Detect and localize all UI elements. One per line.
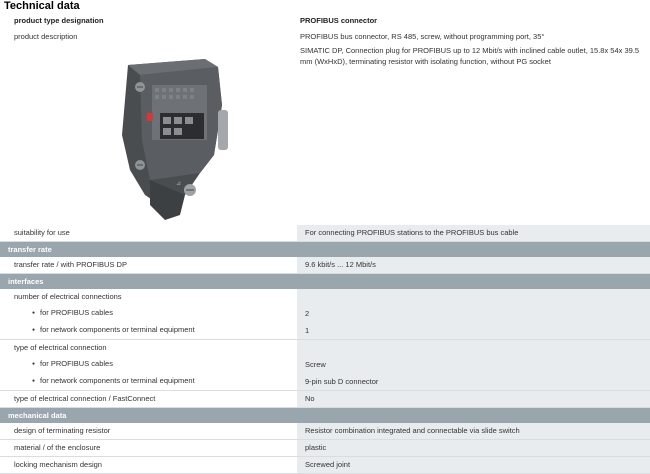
transfer-rate-value: 9.6 kbit/s ... 12 Mbit/s bbox=[297, 257, 650, 274]
product-desc-value-1: PROFIBUS bus connector, RS 485, screw, w… bbox=[297, 29, 650, 45]
svg-text:⊿: ⊿ bbox=[176, 181, 181, 187]
section-header: interfaces bbox=[0, 273, 650, 289]
table-row: for PROFIBUS cables 2 bbox=[0, 305, 650, 322]
num-connections-label: number of electrical connections bbox=[0, 289, 297, 305]
type-connection-label: type of electrical connection bbox=[0, 339, 297, 356]
product-image: ⊿ bbox=[122, 59, 228, 220]
table-row: ⊿ SIMATIC DP, Connection plug for PROFIB… bbox=[0, 45, 650, 225]
profibus-cables-label: for PROFIBUS cables bbox=[0, 305, 297, 322]
section-transfer-rate: transfer rate bbox=[0, 241, 650, 257]
table-row: product type designation PROFIBUS connec… bbox=[0, 13, 650, 29]
table-row: design of terminating resistor Resistor … bbox=[0, 423, 650, 440]
material-label: material / of the enclosure bbox=[0, 439, 297, 457]
locking-value: Screwed joint bbox=[297, 456, 650, 474]
type-profibus-label: for PROFIBUS cables bbox=[0, 356, 297, 373]
section-header: mechanical data bbox=[0, 407, 650, 423]
product-desc-value-2: SIMATIC DP, Connection plug for PROFIBUS… bbox=[297, 45, 650, 225]
transfer-rate-label: transfer rate / with PROFIBUS DP bbox=[0, 257, 297, 274]
product-type-label: product type designation bbox=[0, 13, 297, 29]
fastconnect-value: No bbox=[297, 390, 650, 408]
product-type-value: PROFIBUS connector bbox=[297, 13, 650, 29]
resistor-value: Resistor combination integrated and conn… bbox=[297, 423, 650, 440]
table-row: material / of the enclosure plastic bbox=[0, 439, 650, 457]
suitability-label: suitability for use bbox=[0, 225, 297, 242]
network-components-label: for network components or terminal equip… bbox=[0, 322, 297, 340]
fastconnect-label: type of electrical connection / FastConn… bbox=[0, 390, 297, 408]
type-profibus-value: Screw bbox=[297, 356, 650, 373]
table-row: type of electrical connection / FastConn… bbox=[0, 390, 650, 408]
section-header: transfer rate bbox=[0, 241, 650, 257]
product-desc-label: product description bbox=[0, 29, 297, 45]
resistor-label: design of terminating resistor bbox=[0, 423, 297, 440]
network-components-value: 1 bbox=[297, 322, 650, 340]
suitability-value: For connecting PROFIBUS stations to the … bbox=[297, 225, 650, 242]
table-row: type of electrical connection bbox=[0, 339, 650, 356]
section-interfaces: interfaces bbox=[0, 273, 650, 289]
table-row: for network components or terminal equip… bbox=[0, 373, 650, 391]
locking-label: locking mechanism design bbox=[0, 456, 297, 474]
technical-data-table: product type designation PROFIBUS connec… bbox=[0, 13, 650, 474]
table-row: for PROFIBUS cables Screw bbox=[0, 356, 650, 373]
table-row: suitability for use For connecting PROFI… bbox=[0, 225, 650, 242]
product-image-cell: ⊿ bbox=[0, 45, 297, 225]
table-row: product description PROFIBUS bus connect… bbox=[0, 29, 650, 45]
table-row: for network components or terminal equip… bbox=[0, 322, 650, 340]
table-row: number of electrical connections bbox=[0, 289, 650, 305]
page-title: Technical data bbox=[4, 0, 80, 12]
type-network-value: 9-pin sub D connector bbox=[297, 373, 650, 391]
section-mechanical-data: mechanical data bbox=[0, 407, 650, 423]
material-value: plastic bbox=[297, 439, 650, 457]
table-row: transfer rate / with PROFIBUS DP 9.6 kbi… bbox=[0, 257, 650, 274]
type-network-label: for network components or terminal equip… bbox=[0, 373, 297, 391]
profibus-cables-value: 2 bbox=[297, 305, 650, 322]
table-row: locking mechanism design Screwed joint bbox=[0, 456, 650, 474]
